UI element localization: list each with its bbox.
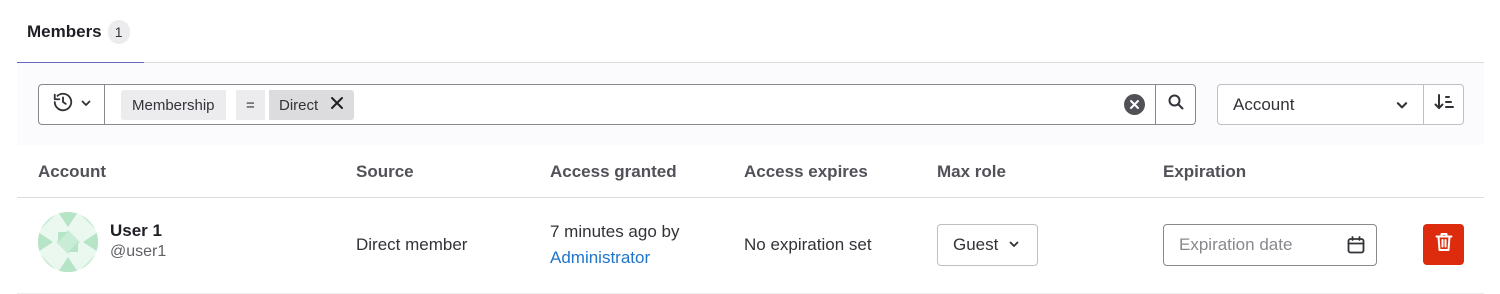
filter-bar: Membership = Direct Account [17,63,1484,145]
user-name[interactable]: User 1 [110,221,162,241]
tab-members-count: 1 [107,19,130,44]
close-icon[interactable] [330,96,344,114]
chevron-down-icon [1395,97,1409,117]
calendar-icon[interactable] [1346,235,1366,260]
expiration-date-input[interactable]: Expiration date [1163,224,1377,266]
avatar[interactable] [38,212,98,272]
sort-ascending-icon [1434,93,1454,116]
tab-members[interactable]: Members 1 [17,0,144,64]
search-button[interactable] [1155,84,1196,125]
column-header-access-expires: Access expires [744,161,868,181]
recent-searches-button[interactable] [38,84,105,125]
table-row: User 1 @user1 Direct member 7 minutes ag… [17,198,1484,294]
role-label: Guest [953,235,999,254]
sort-by-dropdown[interactable]: Account [1217,84,1424,125]
granted-by-link[interactable]: Administrator [550,248,650,268]
column-header-account[interactable]: Account [38,145,106,198]
user-username: @user1 [110,243,167,260]
tab-members-label: Members [27,21,102,41]
search-icon [1168,94,1184,115]
filtered-search-input[interactable]: Membership = Direct [104,84,1156,125]
role-dropdown[interactable]: Guest [937,224,1038,266]
history-icon [52,91,74,118]
filter-token-operator[interactable]: = [236,90,265,120]
remove-member-button[interactable] [1423,224,1464,265]
filter-token-value-label: Direct [279,96,319,114]
column-header-max-role: Max role [937,161,1006,181]
sort-direction-button[interactable] [1423,84,1464,125]
expiration-placeholder: Expiration date [1179,235,1293,254]
clear-icon[interactable] [1124,94,1145,115]
filter-token-value[interactable]: Direct [269,90,355,120]
access-granted-time: 7 minutes ago by [550,222,680,241]
chevron-down-icon [80,96,92,114]
source-text: Direct member [356,235,468,254]
column-header-access-granted: Access granted [550,161,677,181]
access-expires-text: No expiration set [744,235,872,254]
sort-by-label: Account [1233,94,1295,114]
members-table-header: Account Source Access granted Access exp… [17,145,1484,198]
tab-bar: Members 1 [17,0,1484,64]
chevron-down-icon [1008,235,1020,255]
column-header-source: Source [356,161,414,181]
filter-token-key[interactable]: Membership [121,90,226,120]
trash-icon [1435,232,1453,257]
column-header-expiration: Expiration [1163,161,1247,181]
